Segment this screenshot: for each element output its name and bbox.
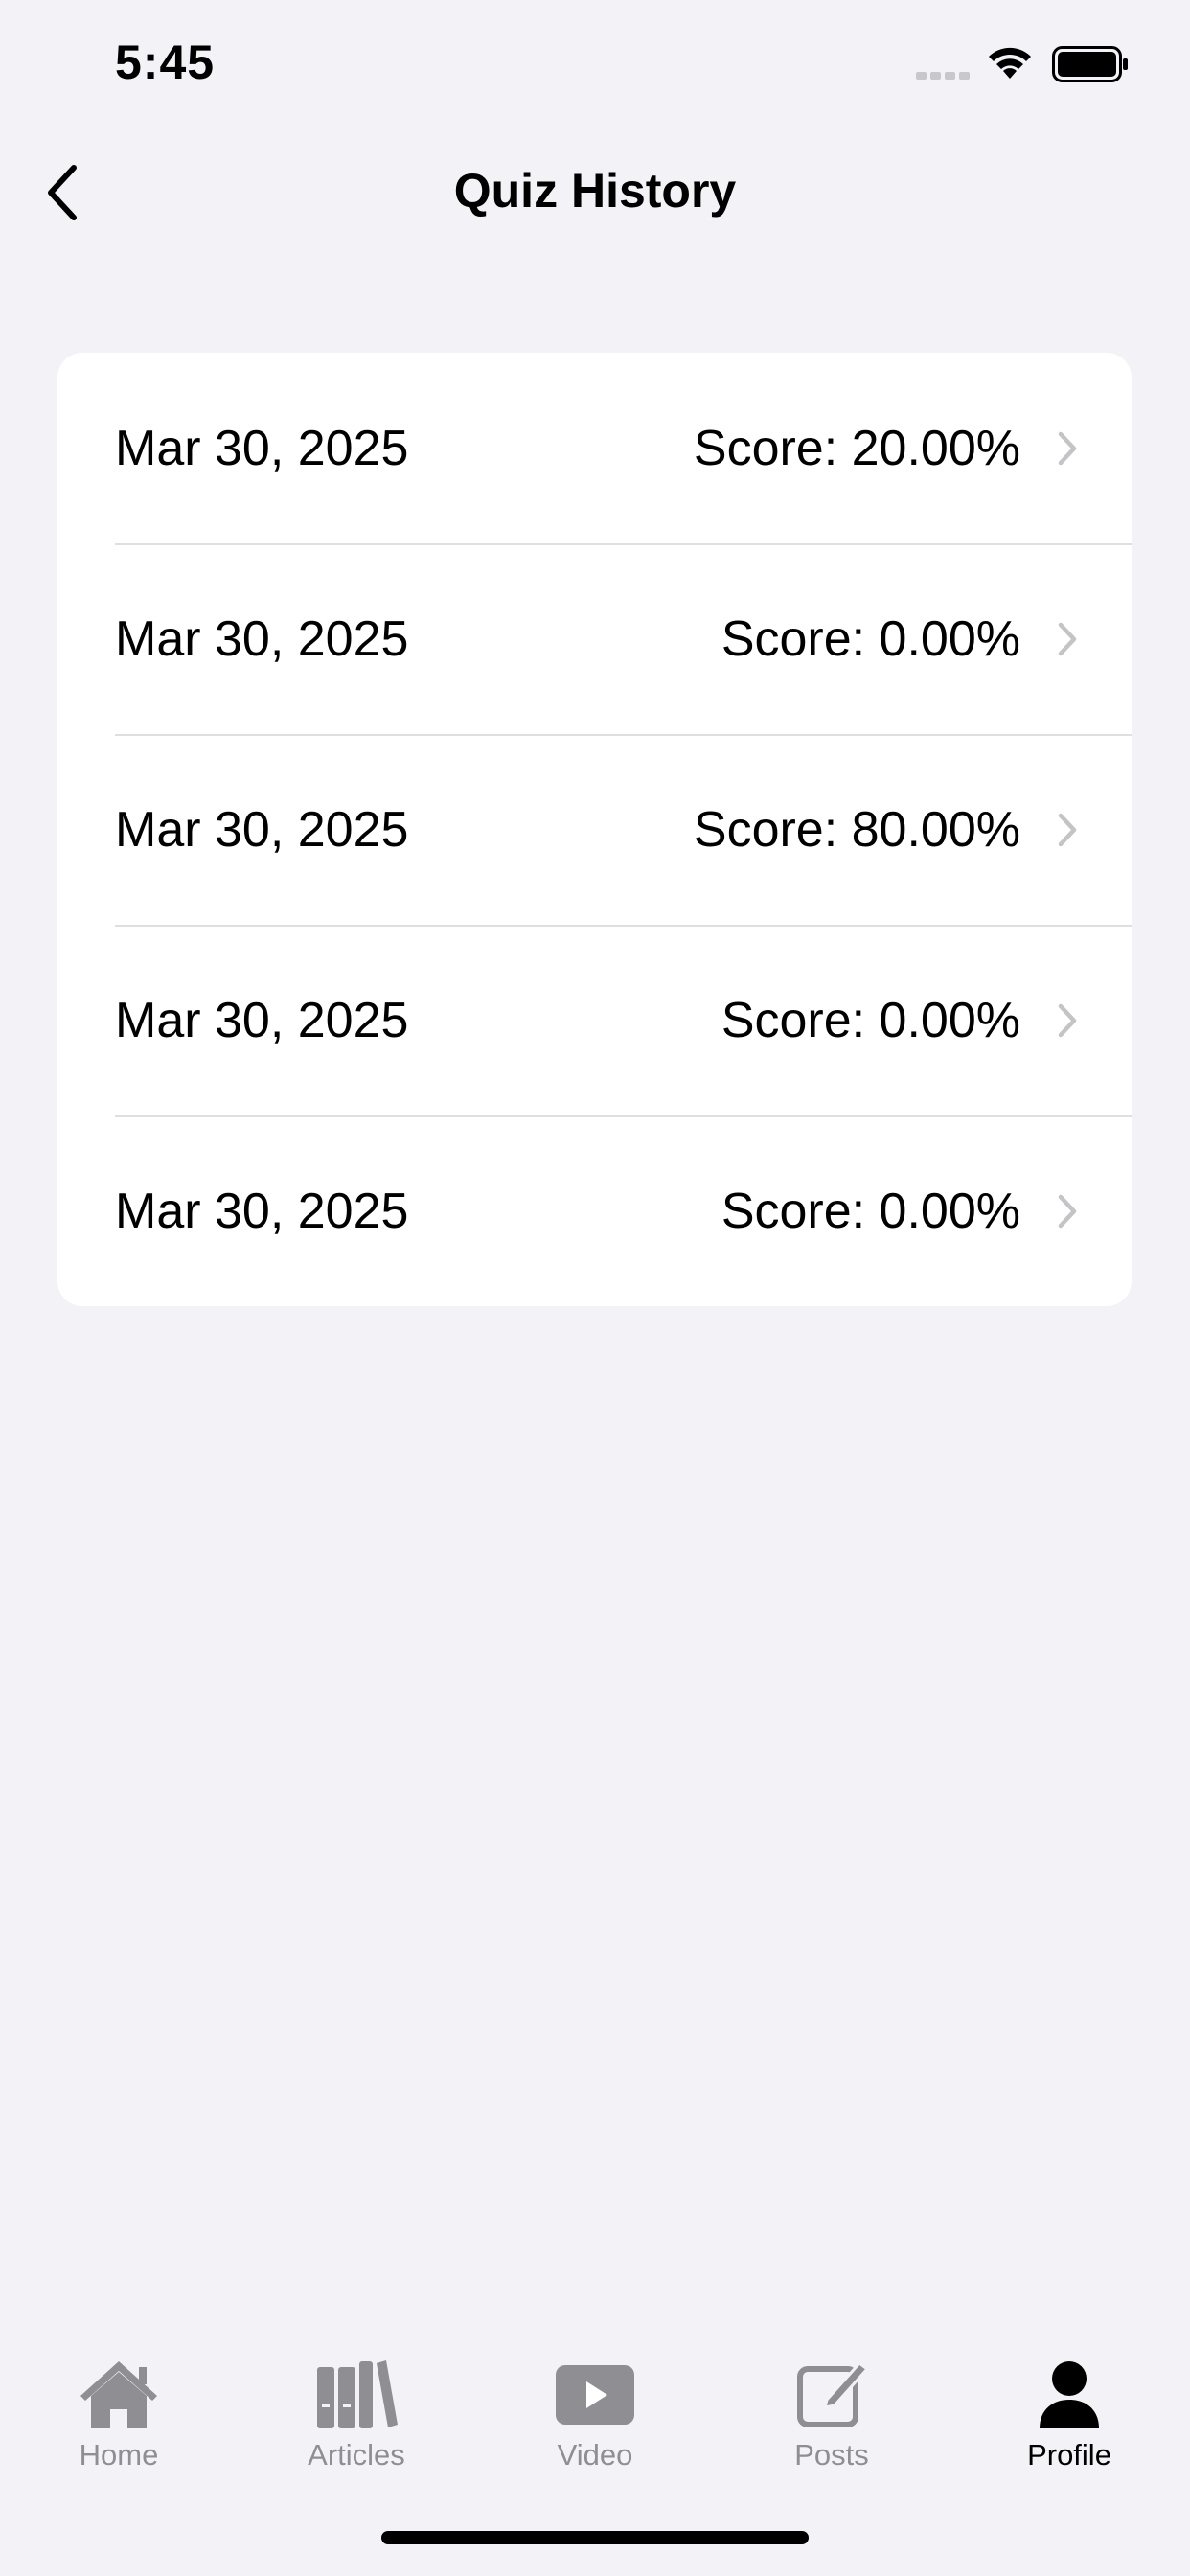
- quiz-history-row[interactable]: Mar 30, 2025 Score: 80.00%: [57, 734, 1132, 925]
- tab-articles[interactable]: Articles: [261, 2329, 452, 2492]
- person-icon: [1040, 2361, 1099, 2428]
- quiz-date: Mar 30, 2025: [115, 1183, 409, 1239]
- home-indicator: [381, 2531, 809, 2544]
- home-icon: [80, 2361, 157, 2428]
- quiz-score: Score: 0.00%: [721, 992, 1020, 1048]
- quiz-history-row[interactable]: Mar 30, 2025 Score: 0.00%: [57, 925, 1132, 1116]
- tab-bar: Home Articles Video Posts Profile: [0, 2329, 1190, 2492]
- tab-label: Video: [557, 2438, 633, 2472]
- quiz-date: Mar 30, 2025: [115, 420, 409, 476]
- quiz-history-row[interactable]: Mar 30, 2025 Score: 0.00%: [57, 543, 1132, 734]
- books-icon: [317, 2360, 398, 2428]
- quiz-history-list: Mar 30, 2025 Score: 20.00% Mar 30, 2025 …: [57, 353, 1132, 1306]
- tab-label: Profile: [1027, 2438, 1111, 2472]
- tab-home[interactable]: Home: [23, 2329, 215, 2492]
- chevron-right-icon: [1058, 431, 1077, 465]
- chevron-right-icon: [1058, 1194, 1077, 1228]
- chevron-right-icon: [1058, 1003, 1077, 1037]
- tab-label: Articles: [308, 2438, 405, 2472]
- page-title: Quiz History: [453, 164, 737, 218]
- tab-video[interactable]: Video: [499, 2329, 691, 2492]
- chevron-right-icon: [1058, 622, 1077, 656]
- quiz-date: Mar 30, 2025: [115, 801, 409, 858]
- quiz-date: Mar 30, 2025: [115, 610, 409, 667]
- quiz-date: Mar 30, 2025: [115, 992, 409, 1048]
- quiz-score: Score: 80.00%: [693, 801, 1020, 858]
- quiz-history-row[interactable]: Mar 30, 2025 Score: 20.00%: [57, 353, 1132, 543]
- wifi-icon: [989, 47, 1031, 79]
- compose-icon: [797, 2360, 870, 2427]
- signal-icon: [916, 72, 970, 80]
- tab-posts[interactable]: Posts: [736, 2329, 927, 2492]
- tab-label: Posts: [794, 2438, 869, 2472]
- status-time: 5:45: [115, 35, 216, 89]
- quiz-score: Score: 0.00%: [721, 1183, 1020, 1239]
- tab-label: Home: [79, 2438, 159, 2472]
- status-bar: 5:45: [0, 0, 1190, 126]
- chevron-right-icon: [1058, 813, 1077, 846]
- nav-bar: Quiz History: [0, 144, 1190, 240]
- quiz-score: Score: 20.00%: [693, 420, 1020, 476]
- tab-profile[interactable]: Profile: [973, 2329, 1165, 2492]
- battery-icon: [1052, 46, 1128, 82]
- quiz-history-row[interactable]: Mar 30, 2025 Score: 0.00%: [57, 1116, 1132, 1306]
- play-icon: [556, 2365, 634, 2425]
- quiz-score: Score: 0.00%: [721, 610, 1020, 667]
